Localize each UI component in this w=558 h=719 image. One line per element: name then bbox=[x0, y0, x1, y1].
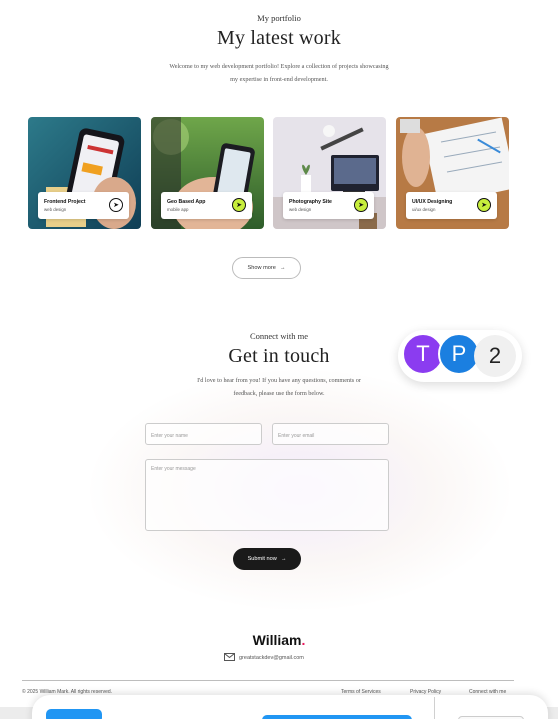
show-more-button[interactable]: Show more → bbox=[232, 257, 301, 279]
name-field[interactable] bbox=[145, 423, 262, 446]
arrow-icon[interactable]: ➤ bbox=[232, 198, 246, 212]
portfolio-intro-line1: Welcome to my web development portfolio!… bbox=[169, 63, 389, 70]
project-title: UI/UX Designing bbox=[412, 199, 453, 205]
avatar-initial: P bbox=[451, 341, 467, 366]
project-category: web design bbox=[289, 207, 312, 212]
project-label: Frontend Project web design ➤ bbox=[38, 192, 129, 219]
contact-intro-line2: feedback, please use the form below. bbox=[233, 390, 325, 397]
project-category: web design bbox=[44, 207, 67, 212]
project-category: ui/ux design bbox=[412, 207, 436, 212]
message-input[interactable] bbox=[146, 460, 388, 530]
footer-brand: William. bbox=[0, 632, 558, 648]
brand-dot: . bbox=[301, 632, 306, 648]
panel-action-button[interactable] bbox=[262, 715, 412, 719]
contact-intro: I'd love to hear from you! If you have a… bbox=[129, 374, 429, 400]
project-title: Frontend Project bbox=[44, 199, 86, 205]
extra-users-count[interactable]: 2 bbox=[474, 335, 516, 377]
arrow-icon[interactable]: ➤ bbox=[477, 198, 491, 212]
portfolio-eyebrow: My portfolio bbox=[257, 13, 301, 23]
project-card-geo[interactable]: Geo Based App mobile app ➤ bbox=[151, 117, 264, 229]
email-input[interactable] bbox=[273, 426, 388, 446]
project-label: Geo Based App mobile app ➤ bbox=[161, 192, 252, 219]
footer-divider bbox=[22, 680, 514, 681]
mail-icon bbox=[224, 653, 235, 663]
project-card-frontend[interactable]: Frontend Project web design ➤ bbox=[28, 117, 141, 229]
project-title: Photography Site bbox=[289, 199, 332, 205]
submit-label: Submit now bbox=[247, 556, 277, 562]
arrow-right-icon: → bbox=[280, 556, 287, 562]
show-more-label: Show more bbox=[247, 265, 276, 271]
footer-email[interactable]: greatstackdev@gmail.com bbox=[224, 653, 304, 663]
avatar-initial: T bbox=[416, 341, 430, 366]
project-card-uiux[interactable]: UI/UX Designing ui/ux design ➤ bbox=[396, 117, 509, 229]
arrow-icon[interactable]: ➤ bbox=[109, 198, 123, 212]
message-field[interactable] bbox=[145, 459, 389, 531]
name-input[interactable] bbox=[146, 426, 261, 446]
project-card-photography[interactable]: Photography Site web design ➤ bbox=[273, 117, 386, 229]
submit-button[interactable]: Submit now → bbox=[233, 548, 301, 570]
email-address: greatstackdev@gmail.com bbox=[239, 655, 304, 661]
project-title: Geo Based App bbox=[167, 199, 206, 205]
portfolio-title: My latest work bbox=[217, 27, 341, 49]
brand-name: William bbox=[252, 632, 302, 648]
panel-primary-button[interactable] bbox=[46, 709, 102, 719]
arrow-right-icon: → bbox=[279, 265, 286, 271]
email-field[interactable] bbox=[272, 423, 389, 446]
arrow-icon[interactable]: ➤ bbox=[354, 198, 368, 212]
portfolio-intro: Welcome to my web development portfolio!… bbox=[129, 60, 429, 86]
panel-divider bbox=[434, 697, 435, 719]
project-label: Photography Site web design ➤ bbox=[283, 192, 374, 219]
project-label: UI/UX Designing ui/ux design ➤ bbox=[406, 192, 497, 219]
portfolio-intro-line2: my expertise in front-end development. bbox=[230, 76, 328, 83]
contact-intro-line1: I'd love to hear from you! If you have a… bbox=[197, 377, 361, 384]
project-category: mobile app bbox=[167, 207, 189, 212]
